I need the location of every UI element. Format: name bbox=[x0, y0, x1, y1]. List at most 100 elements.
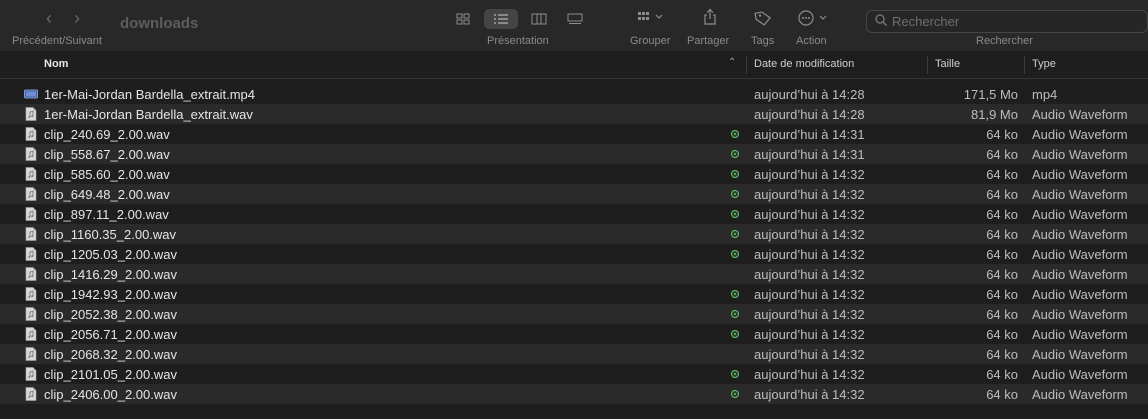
file-name: clip_2101.05_2.00.wav bbox=[44, 367, 177, 382]
sync-status-icon bbox=[731, 210, 739, 218]
file-date: aujourd’hui à 14:32 bbox=[754, 387, 865, 402]
file-row[interactable]: clip_2101.05_2.00.wav aujourd’hui à 14:32… bbox=[0, 364, 1148, 384]
group-button[interactable] bbox=[637, 10, 669, 28]
gallery-view-button[interactable] bbox=[558, 9, 592, 29]
file-name: clip_2406.00_2.00.wav bbox=[44, 387, 177, 402]
file-type: mp4 bbox=[1032, 87, 1058, 102]
tag-icon bbox=[754, 11, 771, 26]
file-size: 64 ko bbox=[986, 187, 1018, 202]
file-name: clip_2056.71_2.00.wav bbox=[44, 327, 177, 342]
file-row[interactable]: 1er-Mai-Jordan Bardella_extrait.mp4 aujou… bbox=[0, 84, 1148, 104]
file-date: aujourd’hui à 14:31 bbox=[754, 147, 865, 162]
column-view-button[interactable] bbox=[522, 9, 556, 29]
view-caption: Présentation bbox=[487, 35, 549, 47]
audio-file-icon bbox=[24, 367, 38, 381]
search-caption: Rechercher bbox=[976, 35, 1033, 47]
icon-view-button[interactable] bbox=[446, 9, 480, 29]
sync-status-icon bbox=[731, 310, 739, 318]
file-row[interactable]: clip_240.69_2.00.wav aujourd’hui à 14:31 6… bbox=[0, 124, 1148, 144]
file-type: Audio Waveform bbox=[1032, 187, 1128, 202]
audio-file-icon bbox=[24, 267, 38, 281]
file-name: 1er-Mai-Jordan Bardella_extrait.wav bbox=[44, 107, 253, 122]
file-date: aujourd’hui à 14:32 bbox=[754, 207, 865, 222]
file-name: clip_649.48_2.00.wav bbox=[44, 187, 170, 202]
search-icon bbox=[875, 13, 887, 31]
file-date: aujourd’hui à 14:32 bbox=[754, 267, 865, 282]
file-name: clip_897.11_2.00.wav bbox=[44, 207, 169, 222]
column-date[interactable]: Date de modification bbox=[754, 58, 854, 70]
file-row[interactable]: clip_2406.00_2.00.wav aujourd’hui à 14:32… bbox=[0, 384, 1148, 404]
audio-file-icon bbox=[24, 187, 38, 201]
audio-file-icon bbox=[24, 207, 38, 221]
share-icon bbox=[704, 8, 716, 25]
sync-status-icon bbox=[731, 290, 739, 298]
file-row[interactable]: clip_897.11_2.00.wav aujourd’hui à 14:32 6… bbox=[0, 204, 1148, 224]
share-caption: Partager bbox=[687, 35, 730, 47]
file-type: Audio Waveform bbox=[1032, 247, 1128, 262]
column-type[interactable]: Type bbox=[1032, 58, 1056, 70]
column-divider[interactable] bbox=[927, 56, 928, 74]
file-row[interactable]: clip_2068.32_2.00.wav aujourd’hui à 14:32… bbox=[0, 344, 1148, 364]
file-row[interactable]: clip_1942.93_2.00.wav aujourd’hui à 14:32… bbox=[0, 284, 1148, 304]
group-caption: Grouper bbox=[630, 35, 671, 47]
file-date: aujourd’hui à 14:32 bbox=[754, 167, 865, 182]
tags-button[interactable] bbox=[754, 10, 772, 30]
columns-icon bbox=[531, 13, 547, 25]
file-name: clip_1160.35_2.00.wav bbox=[44, 227, 177, 242]
file-type: Audio Waveform bbox=[1032, 327, 1128, 342]
audio-file-icon bbox=[24, 307, 38, 321]
sync-status-icon bbox=[731, 230, 739, 238]
list-view-button[interactable] bbox=[484, 9, 518, 29]
file-type: Audio Waveform bbox=[1032, 287, 1128, 302]
column-name[interactable]: Nom bbox=[44, 58, 68, 70]
grid-icon bbox=[456, 13, 470, 25]
file-row[interactable]: 1er-Mai-Jordan Bardella_extrait.wav aujou… bbox=[0, 104, 1148, 124]
file-row[interactable]: clip_1205.03_2.00.wav aujourd’hui à 14:32… bbox=[0, 244, 1148, 264]
action-button[interactable] bbox=[797, 10, 831, 30]
column-size[interactable]: Taille bbox=[935, 58, 960, 70]
share-button[interactable] bbox=[703, 8, 717, 30]
audio-file-icon bbox=[24, 347, 38, 361]
sync-status-icon bbox=[731, 130, 739, 138]
sort-ascending-icon[interactable]: ⌃ bbox=[728, 57, 736, 68]
action-caption: Action bbox=[796, 35, 827, 47]
audio-file-icon bbox=[24, 227, 38, 241]
column-header: Nom ⌃ Date de modification Taille Type bbox=[0, 51, 1148, 79]
chevron-left-icon[interactable]: ‹ bbox=[40, 9, 58, 27]
audio-file-icon bbox=[24, 147, 38, 161]
file-date: aujourd’hui à 14:31 bbox=[754, 127, 865, 142]
file-type: Audio Waveform bbox=[1032, 127, 1128, 142]
navigation-caption: Précédent/Suivant bbox=[12, 35, 102, 47]
file-date: aujourd’hui à 14:32 bbox=[754, 347, 865, 362]
sync-status-icon bbox=[731, 330, 739, 338]
file-size: 64 ko bbox=[986, 287, 1018, 302]
file-row[interactable]: clip_585.60_2.00.wav aujourd’hui à 14:32 6… bbox=[0, 164, 1148, 184]
file-size: 171,5 Mo bbox=[963, 87, 1018, 102]
audio-file-icon bbox=[24, 247, 38, 261]
file-date: aujourd’hui à 14:28 bbox=[754, 107, 865, 122]
file-size: 64 ko bbox=[986, 127, 1018, 142]
file-size: 64 ko bbox=[986, 387, 1018, 402]
chevron-right-icon[interactable]: › bbox=[68, 9, 86, 27]
column-divider[interactable] bbox=[1024, 56, 1025, 74]
search-field[interactable] bbox=[866, 10, 1148, 33]
audio-file-icon bbox=[24, 327, 38, 341]
file-row[interactable]: clip_558.67_2.00.wav aujourd’hui à 14:31 6… bbox=[0, 144, 1148, 164]
column-divider[interactable] bbox=[746, 56, 747, 74]
file-date: aujourd’hui à 14:32 bbox=[754, 227, 865, 242]
file-row[interactable]: clip_649.48_2.00.wav aujourd’hui à 14:32 6… bbox=[0, 184, 1148, 204]
file-row[interactable]: clip_2056.71_2.00.wav aujourd’hui à 14:32… bbox=[0, 324, 1148, 344]
file-size: 64 ko bbox=[986, 247, 1018, 262]
file-type: Audio Waveform bbox=[1032, 267, 1128, 282]
search-input[interactable] bbox=[892, 14, 1132, 29]
file-row[interactable]: clip_1416.29_2.00.wav aujourd’hui à 14:32… bbox=[0, 264, 1148, 284]
file-name: clip_585.60_2.00.wav bbox=[44, 167, 170, 182]
file-date: aujourd’hui à 14:32 bbox=[754, 287, 865, 302]
sync-status-icon bbox=[731, 370, 739, 378]
file-type: Audio Waveform bbox=[1032, 207, 1128, 222]
file-row[interactable]: clip_1160.35_2.00.wav aujourd’hui à 14:32… bbox=[0, 224, 1148, 244]
file-size: 64 ko bbox=[986, 227, 1018, 242]
file-name: clip_2052.38_2.00.wav bbox=[44, 307, 177, 322]
file-date: aujourd’hui à 14:32 bbox=[754, 247, 865, 262]
file-row[interactable]: clip_2052.38_2.00.wav aujourd’hui à 14:32… bbox=[0, 304, 1148, 324]
